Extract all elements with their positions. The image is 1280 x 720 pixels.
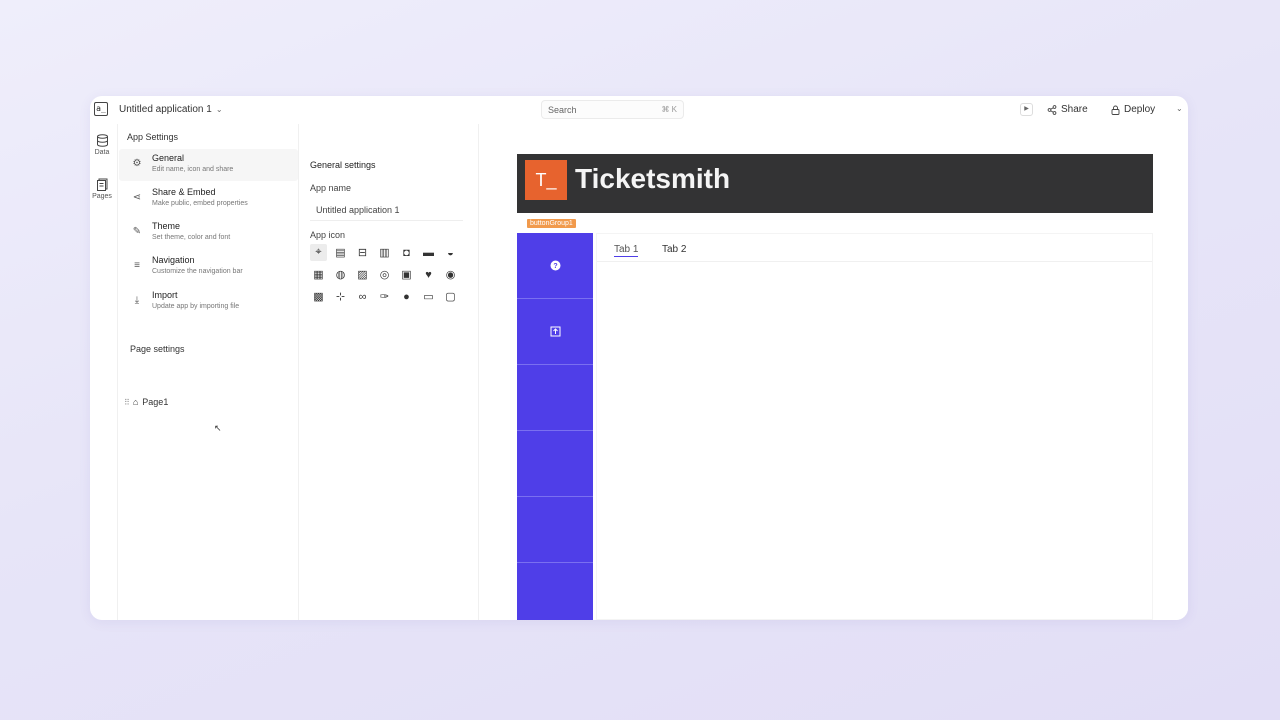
gear-icon: ⚙ [132,158,142,169]
rail-item-pages[interactable]: Pages [90,178,114,200]
app-window: a_ Untitled application 1 ⌄ Search ⌘ K ▶… [90,96,1188,620]
settings-item-desc: Edit name, icon and share [152,166,234,173]
camera-icon[interactable]: ◘ [398,244,415,261]
tab-2[interactable]: Tab 2 [662,244,686,255]
app-name-input[interactable]: Untitled application 1 [310,199,463,221]
feather-icon[interactable]: ✑ [376,288,393,305]
inbox-icon[interactable]: ⊟ [354,244,371,261]
share-icon: ⋖ [132,192,142,203]
settings-item-label: General [152,153,185,163]
folder-icon[interactable]: ▬ [420,244,437,261]
settings-item-theme[interactable]: ✎ Theme Set theme, color and font [119,217,298,249]
general-settings-title: General settings [310,160,376,170]
play-icon: ▶ [1024,106,1029,112]
header-container[interactable]: T_ Ticketsmith [517,154,1153,213]
settings-item-label: Share & Embed [152,187,216,197]
pages-icon [96,178,107,191]
button-group-item[interactable]: ? [517,233,593,299]
button-group-item[interactable] [517,497,593,563]
search-placeholder: Search [548,105,577,115]
chevron-down-icon: ⌄ [215,105,223,114]
settings-item-import[interactable]: ⤓ Import Update app by importing file [119,286,298,318]
brand-title: Ticketsmith [575,163,731,194]
deploy-label: Deploy [1124,104,1156,115]
top-bar: a_ Untitled application 1 ⌄ Search ⌘ K ▶… [90,96,1188,124]
settings-item-desc: Make public, embed properties [152,200,248,207]
database-icon [96,134,108,147]
app-icon-label: App icon [310,230,346,240]
search-input[interactable]: Search ⌘ K [541,100,684,119]
briefcase-icon[interactable]: ▣ [398,266,415,283]
icon-rail: Data Pages [90,124,118,620]
preview-button[interactable]: ▶ [1020,103,1033,116]
gamepad-icon[interactable]: ◒ [442,244,459,261]
button-group-item[interactable] [517,431,593,497]
mouse-cursor-icon: ↖ [214,423,222,433]
tab-1[interactable]: Tab 1 [614,244,639,257]
deploy-button[interactable]: Deploy [1111,104,1155,115]
home-icon: ⌂ [132,397,139,407]
share-icon [1047,104,1057,115]
archive-icon[interactable]: ▤ [332,244,349,261]
page-item-page1[interactable]: ⠿ ⌂ Page1 [124,397,168,407]
image-icon[interactable]: ▨ [354,266,371,283]
tabs-divider [597,261,1152,262]
button-group-widget[interactable]: ? [517,233,593,620]
calendar-icon[interactable]: ▦ [310,266,327,283]
button-group-item[interactable] [517,299,593,365]
book-icon[interactable]: ▥ [376,244,393,261]
settings-item-desc: Set theme, color and font [152,234,231,241]
app-settings-panel: App Settings ⚙ General Edit name, icon a… [119,124,299,620]
app-settings-title: App Settings [127,132,179,142]
settings-item-general[interactable]: ⚙ General Edit name, icon and share [119,149,298,181]
button-group-item[interactable] [517,563,593,620]
alien-icon[interactable]: ◉ [442,266,459,283]
svg-text:?: ? [553,263,557,270]
question-icon: ? [550,260,560,271]
app-icon-grid: ⌖ ▤ ⊟ ▥ ◘ ▬ ◒ ▦ ◍ ▨ ◎ ▣ ♥ ◉ ▩ ⊹ ∞ ✑ ● ▭ … [310,244,464,305]
glasses-icon[interactable]: ∞ [354,288,371,305]
deploy-chevron-down-icon[interactable]: ⌄ [1176,104,1183,113]
brand-logo: T_ [525,160,567,200]
brush-icon: ✎ [132,226,142,237]
globe-icon[interactable]: ◍ [332,266,349,283]
tabs-widget: Tab 1 Tab 2 [596,233,1153,620]
general-settings-panel: General settings App name Untitled appli… [299,124,479,620]
settings-item-navigation[interactable]: ≡ Navigation Customize the navigation ba… [119,251,298,283]
share-button[interactable]: Share [1047,104,1088,115]
satellite-icon[interactable]: ⊹ [332,288,349,305]
button-group-item[interactable] [517,365,593,431]
download-icon: ⤓ [134,295,140,306]
settings-item-desc: Update app by importing file [152,303,240,310]
widget-name-tag[interactable]: buttonGroup1 [527,219,576,228]
bus-icon[interactable]: ▢ [442,288,459,305]
world-icon[interactable]: ◎ [376,266,393,283]
rail-pages-label: Pages [92,193,112,200]
share-label: Share [1061,104,1088,115]
upload-icon [550,326,560,337]
heart-icon[interactable]: ♥ [420,266,437,283]
bar-chart-icon[interactable]: ▩ [310,288,327,305]
rail-data-label: Data [94,149,110,156]
page-name: Page1 [142,397,169,407]
store-icon[interactable]: ▭ [420,288,437,305]
settings-item-desc: Customize the navigation bar [152,268,243,275]
page-settings-title: Page settings [130,344,185,354]
app-canvas: T_ Ticketsmith buttonGroup1 ? Tab 1 Tab … [479,124,1188,620]
app-title-dropdown[interactable]: Untitled application 1 ⌄ [119,104,223,115]
drag-handle-icon[interactable]: ⠿ [124,398,130,407]
search-shortcut: ⌘ K [661,105,677,114]
bitcoin-icon[interactable]: ● [398,288,415,305]
app-logo[interactable]: a_ [94,102,108,116]
lock-icon [1111,105,1120,115]
settings-item-share-embed[interactable]: ⋖ Share & Embed Make public, embed prope… [119,183,298,215]
settings-item-label: Navigation [152,255,195,265]
location-pin-icon[interactable]: ⌖ [310,244,327,261]
rail-item-data[interactable]: Data [90,134,114,156]
settings-item-label: Theme [152,221,181,231]
app-name-label: App name [310,183,352,193]
menu-icon: ≡ [134,260,140,271]
app-title-text: Untitled application 1 [119,104,212,115]
settings-item-label: Import [152,290,178,300]
